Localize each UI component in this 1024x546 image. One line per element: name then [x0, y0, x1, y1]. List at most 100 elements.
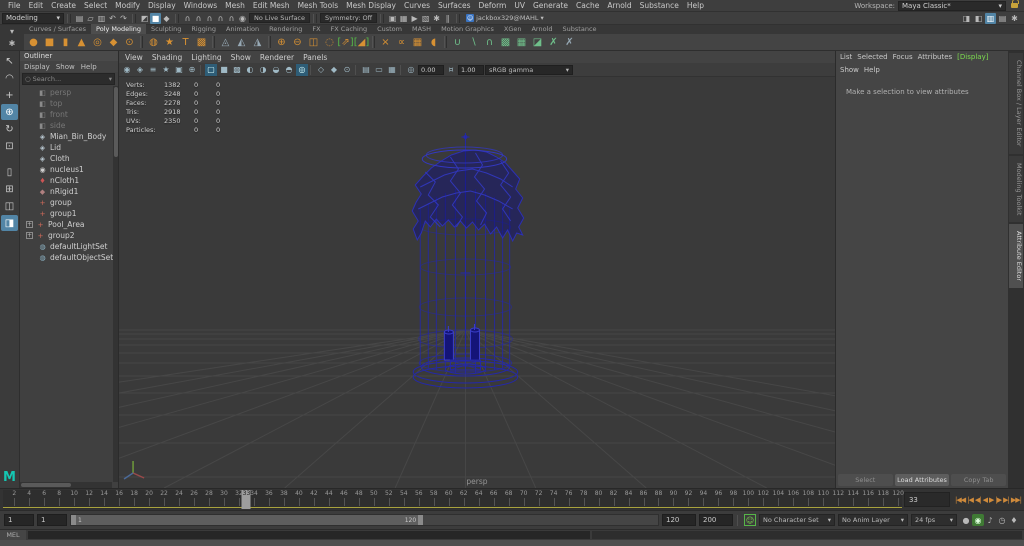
platonic-solid-icon[interactable]: ◍ [146, 35, 161, 50]
outliner-item-nrigid1[interactable]: ◆ nRigid1 [20, 186, 113, 197]
menu-deform[interactable]: Deform [474, 1, 510, 10]
menu-display[interactable]: Display [144, 1, 180, 10]
attribute-editor-menu-focus[interactable]: Focus [893, 53, 913, 61]
render-current-frame-icon[interactable]: ▦ [398, 13, 409, 24]
menu-curves[interactable]: Curves [400, 1, 434, 10]
set-key-icon[interactable]: ♦ [1008, 514, 1020, 526]
color-space-dropdown[interactable]: sRGB gamma ▾ [485, 64, 573, 75]
extrude-icon[interactable]: ⇗ [338, 35, 353, 50]
shelf-tab-mash[interactable]: MASH [407, 24, 436, 34]
viewport-menu-lighting[interactable]: Lighting [191, 53, 221, 62]
menu-arnold[interactable]: Arnold [603, 1, 635, 10]
select-button[interactable]: Select [838, 474, 893, 486]
shelf-tab-custom[interactable]: Custom [372, 24, 407, 34]
range-start-handle[interactable] [71, 515, 76, 525]
toggle-attribute-editor-icon[interactable]: ◨ [961, 13, 972, 24]
boolean-difference-icon[interactable]: ∖ [466, 35, 481, 50]
step-back-frame-button[interactable]: ◀| [975, 496, 982, 504]
outliner-menu-display[interactable]: Display [24, 63, 50, 71]
make-object-live-icon[interactable]: ◉ [237, 13, 248, 24]
menu-set-dropdown[interactable]: Modeling ▾ [2, 12, 64, 24]
motion-blur-icon[interactable]: ◓ [283, 64, 295, 76]
attribute-editor-menu-list[interactable]: List [840, 53, 852, 61]
outliner-horizontal-scrollbar[interactable] [20, 482, 112, 488]
anti-aliasing-icon[interactable]: ◎ [296, 63, 308, 76]
anim-layer-dropdown[interactable]: No Anim Layer ▾ [838, 514, 908, 526]
attribute-editor-menu-selected[interactable]: Selected [857, 53, 887, 61]
step-forward-frame-button[interactable]: |▶ [995, 496, 1002, 504]
shelf-options-gear-icon[interactable]: ✱ [7, 38, 18, 49]
outliner-item-pool_area[interactable]: + + Pool_Area [20, 219, 113, 230]
gamma-icon[interactable]: ¤ [445, 64, 457, 76]
live-surface-field[interactable]: No Live Surface [249, 13, 311, 23]
poly-torus-icon[interactable]: ◎ [90, 35, 105, 50]
poly-cube-icon[interactable]: ■ [42, 35, 57, 50]
command-line-language-toggle[interactable]: MEL [0, 530, 26, 540]
combine-icon[interactable]: ⊕ [274, 35, 289, 50]
boolean-intersection-icon[interactable]: ∩ [482, 35, 497, 50]
shelf-tab-fx-caching[interactable]: FX Caching [326, 24, 373, 34]
multi-cut-icon[interactable]: × [378, 35, 393, 50]
side-tab-modeling-toolkit[interactable]: Modeling Toolkit [1009, 155, 1023, 222]
shelf-tab-rigging[interactable]: Rigging [186, 24, 221, 34]
fps-dropdown[interactable]: 24 fps ▾ [911, 514, 957, 526]
range-slider-track[interactable]: 1 120 [70, 514, 659, 526]
playback-start-field[interactable]: 1 [37, 514, 67, 526]
shelf-tab-arnold[interactable]: Arnold [526, 24, 557, 34]
poly-type-icon[interactable]: T [178, 35, 193, 50]
animation-start-field[interactable]: 1 [4, 514, 34, 526]
select-by-hierarchy-icon[interactable]: ◩ [139, 13, 150, 24]
outliner-item-group[interactable]: + group [20, 197, 113, 208]
render-settings-icon[interactable]: ✱ [431, 13, 442, 24]
joint-tool-icon[interactable]: ◮ [250, 35, 265, 50]
account-button[interactable]: ☺ jackbox329@MAHL ▾ [463, 14, 547, 22]
open-render-view-icon[interactable]: ▣ [387, 13, 398, 24]
menu-modify[interactable]: Modify [111, 1, 144, 10]
save-scene-icon[interactable]: ▥ [96, 13, 107, 24]
svg-tool-icon[interactable]: ▩ [194, 35, 209, 50]
menu-windows[interactable]: Windows [180, 1, 221, 10]
menu-generate[interactable]: Generate [529, 1, 572, 10]
symmetry-field[interactable]: Symmetry: Off [320, 13, 378, 23]
menu-file[interactable]: File [4, 1, 25, 10]
shelf-tab-sculpting[interactable]: Sculpting [146, 24, 186, 34]
move-tool[interactable]: ⊕ [1, 104, 18, 120]
command-line-input[interactable] [28, 531, 590, 539]
shelf-tab-fx[interactable]: FX [307, 24, 325, 34]
paint-select-tool[interactable]: + [1, 87, 18, 103]
pause-viewport-icon[interactable]: ∥ [442, 13, 453, 24]
lasso-tool[interactable]: ◠ [1, 70, 18, 86]
select-camera-icon[interactable]: ◉ [121, 64, 133, 76]
sculpt-brush-icon[interactable]: ◖ [426, 35, 441, 50]
slice-icon[interactable]: ◪ [530, 35, 545, 50]
screen-space-ao-icon[interactable]: ◒ [270, 64, 282, 76]
side-tab-attribute-editor[interactable]: Attribute Editor [1009, 223, 1023, 288]
ipr-render-icon[interactable]: ▶ [409, 13, 420, 24]
redo-icon[interactable]: ↷ [118, 13, 129, 24]
play-backward-button[interactable]: ◀ [983, 496, 988, 504]
step-forward-key-button[interactable]: ▶| [1003, 496, 1010, 504]
menu-cache[interactable]: Cache [572, 1, 603, 10]
scale-tool[interactable]: ⊡ [1, 138, 18, 154]
shelf-tab-animation[interactable]: Animation [221, 24, 264, 34]
retopologize-icon[interactable]: ▦ [514, 35, 529, 50]
outliner-menu-show[interactable]: Show [56, 63, 75, 71]
outliner-item-defaultobjectset[interactable]: ◍ defaultObjectSet [20, 252, 113, 263]
render-sequence-icon[interactable]: ▧ [420, 13, 431, 24]
character-set-icon[interactable]: ☺ [744, 514, 756, 526]
select-tool[interactable]: ↖ [1, 53, 18, 69]
animation-preferences-icon[interactable]: ◷ [996, 514, 1008, 526]
mirror-icon[interactable]: ◫ [306, 35, 321, 50]
new-scene-icon[interactable]: ▤ [74, 13, 85, 24]
smooth-icon[interactable]: ◌ [322, 35, 337, 50]
exposure-field[interactable]: 0.00 [418, 64, 444, 75]
menu-edit[interactable]: Edit [25, 1, 48, 10]
shelf-tab-xgen[interactable]: XGen [499, 24, 527, 34]
snap-to-point-icon[interactable]: ∩ [204, 13, 215, 24]
character-set-dropdown[interactable]: No Character Set ▾ [759, 514, 835, 526]
gamma-field[interactable]: 1.00 [458, 64, 484, 75]
step-back-key-button[interactable]: |◀ [967, 496, 974, 504]
outliner-item-nucleus1[interactable]: ◉ nucleus1 [20, 164, 113, 175]
animation-end-field[interactable]: 200 [699, 514, 733, 526]
toggle-layer-editor-icon[interactable]: ▤ [997, 13, 1008, 24]
